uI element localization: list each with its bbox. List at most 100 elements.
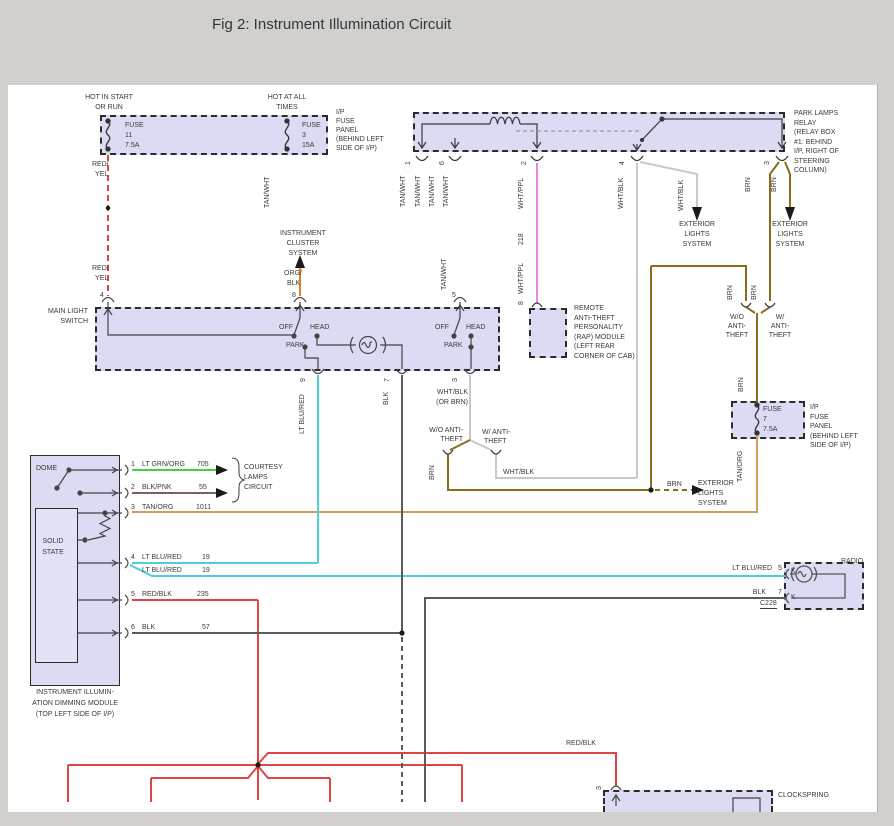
courtesy-line3: CIRCUIT [244, 483, 272, 492]
rap-line4: (RAP) MODULE [574, 333, 625, 342]
main-switch-internals [102, 298, 476, 374]
fuse11-rating: 7.5A [125, 141, 139, 150]
ip-panel2-line5: SIDE OF I/P) [810, 441, 851, 450]
ext-lights2-line3: SYSTEM [760, 240, 820, 249]
red-yel-label1a: RED/ [92, 160, 109, 169]
brn-label-fork: BRN [428, 465, 437, 480]
switch-pin-5: 5 [452, 291, 456, 300]
pin5-color: RED/BLK [142, 590, 172, 599]
wht-ppl-label2: WHT/PPL [517, 263, 526, 294]
w-anti-inline1: W/ ANTI- [482, 428, 510, 437]
relay-line4: #1: BEHIND [794, 138, 832, 147]
org-blk-label-a: ORG/ [284, 269, 302, 278]
fuse7-rating: 7.5A [763, 425, 777, 434]
clockspring-pin-3: 3 [595, 786, 604, 790]
hot-at-all-label2: TIMES [254, 103, 320, 112]
relay-pin-1: 1 [404, 161, 413, 165]
ip-panel-line5: SIDE OF I/P) [336, 144, 377, 153]
ext-lights3-line3: SYSTEM [698, 499, 727, 508]
pin6-color: BLK [142, 623, 155, 632]
relay-line2: RELAY [794, 119, 816, 128]
wo-anti-line3: THEFT [717, 331, 757, 340]
rap-pin-8: 8 [517, 301, 526, 305]
switch1-park: PARK [286, 341, 305, 350]
relay-pin-6: 6 [438, 161, 447, 165]
lt-blu-red-label-v: LT BLU/RED [298, 394, 307, 434]
radio-pin-7: 7 [778, 588, 782, 597]
main-switch-line2: SWITCH [38, 317, 88, 326]
ip-panel-line1: I/P [336, 108, 345, 117]
ext-lights1-line3: SYSTEM [667, 240, 727, 249]
module-label-line3: (TOP LEFT SIDE OF I/P) [25, 710, 125, 719]
w-anti-line3: THEFT [760, 331, 800, 340]
pin4-color: LT BLU/RED [142, 553, 182, 562]
pin3-color: TAN/ORG [142, 503, 173, 512]
ext-lights3-line2: LIGHTS [698, 489, 723, 498]
ip-panel2-line2: FUSE [810, 413, 829, 422]
pin1-color: LT GRN/ORG [142, 460, 185, 469]
pin4-circuit: 19 [202, 553, 210, 562]
switch-pin-3: 3 [451, 378, 460, 382]
brn-label-p3l: BRN [744, 177, 753, 192]
pin2-number: 2 [131, 483, 135, 492]
circuit-218: 218 [517, 233, 526, 245]
wht-blk-or-brn-b: (OR BRN) [430, 398, 468, 407]
solid-state-line1: SOLID [38, 537, 68, 546]
brn-label-loop2: BRN [750, 285, 759, 300]
wo-anti-inline2: THEFT [415, 435, 463, 444]
hot-at-all-label: HOT AT ALL [254, 93, 320, 102]
switch2-head: HEAD [466, 323, 485, 332]
radio-label: RADIO [841, 557, 863, 566]
radio-blk-label: BLK [726, 588, 766, 597]
fuse11-number: 11 [125, 131, 132, 140]
switch-pin-8: 8 [292, 291, 296, 300]
tan-org-wires [132, 436, 757, 512]
relay-line6: STEERING [794, 157, 830, 166]
pin4b-circuit: 19 [202, 566, 210, 575]
wo-anti-inline1: W/O ANTI- [415, 426, 463, 435]
pin6-number: 6 [131, 623, 135, 632]
fuse3-rating: 15A [302, 141, 314, 150]
brn-label-loop: BRN [726, 285, 735, 300]
courtesy-line2: LAMPS [244, 473, 268, 482]
instr-cluster-line2: CLUSTER [273, 239, 333, 248]
junction-dots [106, 206, 654, 768]
switch-pin-9: 9 [299, 378, 308, 382]
courtesy-line1: COURTESY [244, 463, 283, 472]
pin4b-color: LT BLU/RED [142, 566, 182, 575]
relay-line1: PARK LAMPS [794, 109, 838, 118]
ip-panel-line3: PANEL [336, 126, 358, 135]
rap-line6: CORNER OF CAB) [574, 352, 635, 361]
ip-panel-line4: (BEHIND LEFT [336, 135, 384, 144]
blk-label-v: BLK [382, 392, 391, 405]
pin1-number: 1 [131, 460, 135, 469]
brn-label-fuse7: BRN [737, 377, 746, 392]
ext-lights1-line2: LIGHTS [667, 230, 727, 239]
wo-anti-line2: ANTI- [717, 322, 757, 331]
w-anti-line1: W/ [760, 313, 800, 322]
tan-wht-label-e: TAN/WHT [440, 259, 449, 290]
relay-internals [416, 117, 788, 161]
pin5-circuit: 235 [197, 590, 209, 599]
pin6-circuit: 57 [202, 623, 210, 632]
module-label-line2: ATION DIMMING MODULE [25, 699, 125, 708]
switch1-off: OFF [279, 323, 293, 332]
rap-line3: PERSONALITY [574, 323, 623, 332]
rap-line5: (LEFT REAR [574, 342, 615, 351]
solid-state-line2: STATE [38, 548, 68, 557]
switch-pin-4: 4 [100, 291, 104, 300]
ext-lights1-line1: EXTERIOR [667, 220, 727, 229]
wht-blk-label-b: WHT/BLK [677, 180, 686, 211]
wht-blk-label-a: WHT/BLK [617, 178, 626, 209]
instr-cluster-line3: SYSTEM [273, 249, 333, 258]
tan-wht-label-a: TAN/WHT [399, 176, 408, 207]
wht-blk-label-h: WHT/BLK [503, 468, 534, 477]
instr-cluster-line1: INSTRUMENT [273, 229, 333, 238]
pin1-circuit: 705 [197, 460, 209, 469]
radio-terminal-k2: K [791, 593, 796, 602]
relay-line7: COLUMN) [794, 166, 827, 175]
tan-wht-label-d: TAN/WHT [442, 176, 451, 207]
ext-lights2-line2: LIGHTS [760, 230, 820, 239]
ip-panel-line2: FUSE [336, 117, 355, 126]
pin3-number: 3 [131, 503, 135, 512]
